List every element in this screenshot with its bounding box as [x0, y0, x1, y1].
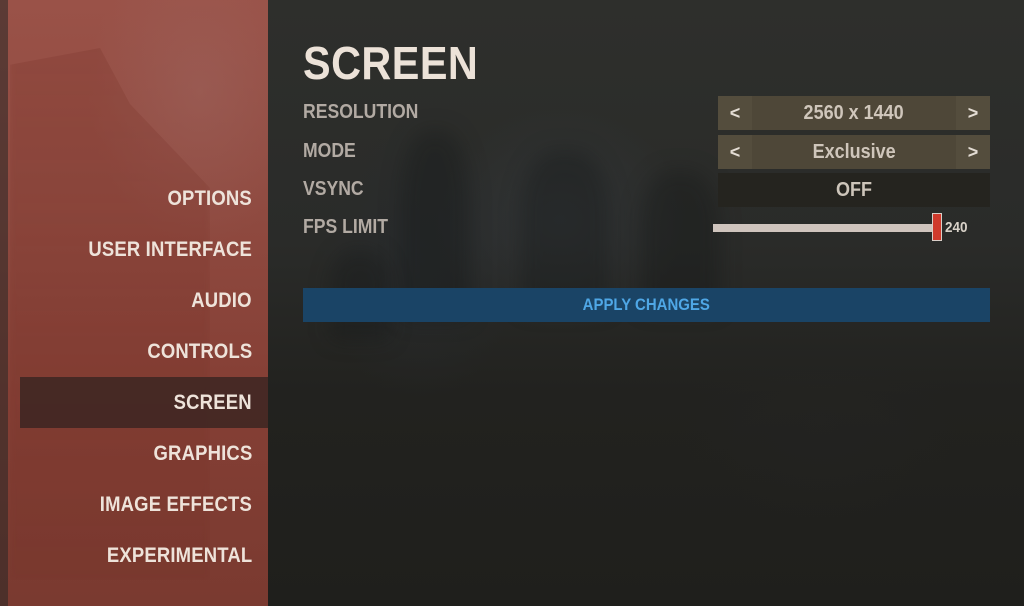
- sidebar-item-screen[interactable]: SCREEN: [20, 377, 268, 428]
- resolution-value: 2560 x 1440: [803, 101, 905, 124]
- sidebar-item-user-interface[interactable]: USER INTERFACE: [20, 224, 268, 275]
- chevron-right-icon: >: [967, 141, 979, 162]
- resolution-next-button[interactable]: >: [956, 96, 990, 130]
- fps-limit-slider-thumb[interactable]: [932, 213, 942, 241]
- background-tree: [520, 150, 610, 310]
- sidebar-item-graphics[interactable]: GRAPHICS: [20, 428, 268, 479]
- mode-selector: < Exclusive >: [718, 135, 990, 169]
- mode-next-button[interactable]: >: [956, 135, 990, 169]
- mode-prev-button[interactable]: <: [718, 135, 752, 169]
- sidebar-header-options: OPTIONS: [167, 186, 252, 210]
- mode-label: MODE: [303, 140, 356, 162]
- apply-changes-button[interactable]: APPLY CHANGES: [303, 288, 990, 322]
- fps-limit-value: 240: [945, 219, 968, 236]
- chevron-left-icon: <: [729, 141, 741, 162]
- chevron-left-icon: <: [729, 102, 741, 123]
- chevron-right-icon: >: [967, 102, 979, 123]
- fps-limit-label: FPS LIMIT: [303, 216, 389, 238]
- vsync-label: VSYNC: [303, 178, 364, 200]
- resolution-label: RESOLUTION: [303, 101, 419, 123]
- resolution-selector: < 2560 x 1440 >: [718, 96, 990, 130]
- vsync-toggle[interactable]: OFF: [718, 173, 990, 207]
- page-title: SCREEN: [303, 37, 479, 89]
- sidebar-item-experimental[interactable]: EXPERIMENTAL: [20, 530, 268, 581]
- mode-value: Exclusive: [812, 140, 896, 163]
- sidebar-item-image-effects[interactable]: IMAGE EFFECTS: [20, 479, 268, 530]
- sidebar-item-audio[interactable]: AUDIO: [20, 275, 268, 326]
- sidebar-item-controls[interactable]: CONTROLS: [20, 326, 268, 377]
- resolution-prev-button[interactable]: <: [718, 96, 752, 130]
- fps-limit-slider-track[interactable]: [713, 224, 937, 232]
- sidebar: OPTIONS USER INTERFACE AUDIO CONTROLS SC…: [0, 0, 268, 606]
